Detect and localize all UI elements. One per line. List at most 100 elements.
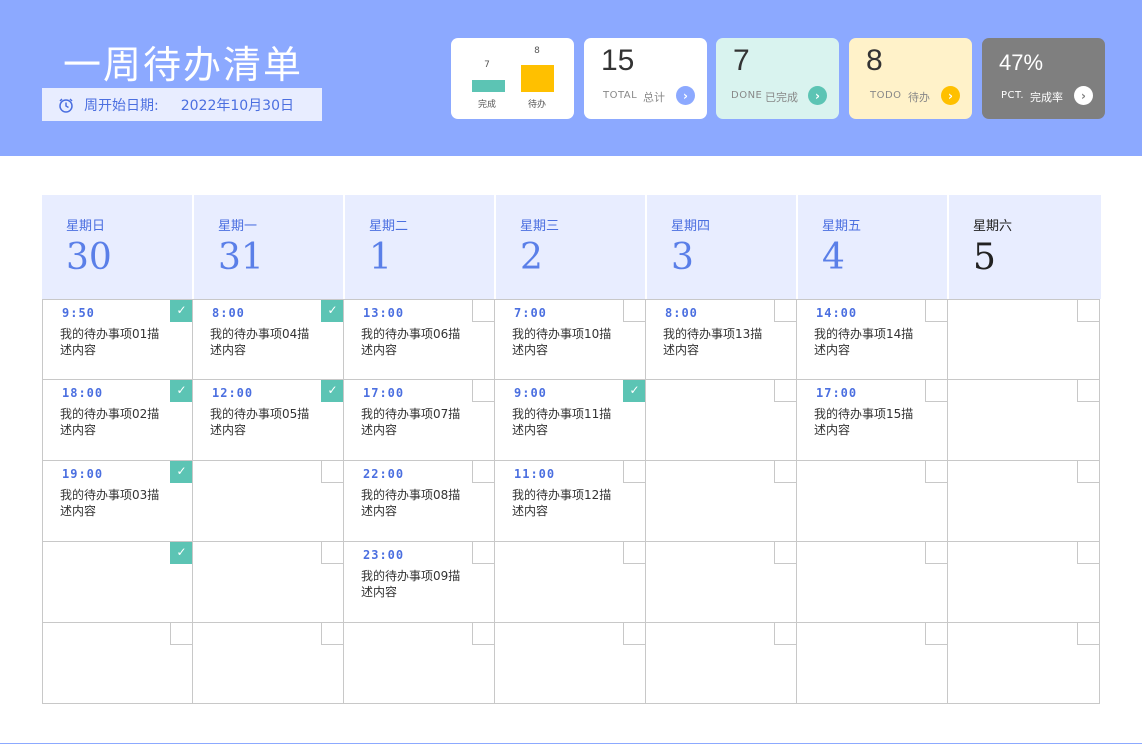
task-cell[interactable] (948, 461, 1100, 542)
task-checkbox[interactable] (1077, 380, 1099, 402)
chevron-right-icon[interactable]: › (941, 86, 960, 105)
task-cell[interactable]: ✓ 9:00 我的待办事项11描述内容 (495, 380, 646, 461)
task-time: 13:00 (363, 306, 405, 320)
task-checkbox[interactable] (623, 623, 645, 645)
task-cell[interactable]: ✓ 19:00 我的待办事项03描述内容 (42, 461, 193, 542)
day-number: 5 (973, 237, 996, 278)
day-number: 2 (520, 237, 543, 278)
task-checkbox[interactable] (472, 542, 494, 564)
task-checkbox[interactable] (321, 623, 343, 645)
task-time: 17:00 (816, 386, 858, 400)
task-checkbox[interactable] (1077, 623, 1099, 645)
task-checkbox[interactable] (925, 300, 947, 322)
task-cell[interactable] (646, 380, 797, 461)
stat-card-pct[interactable]: 47% PCT. 完成率 › (982, 38, 1105, 119)
day-header: 星期六 5 (949, 195, 1101, 299)
start-date-value[interactable]: 2022年10月30日 (181, 95, 294, 115)
done-en-label: DONE (731, 90, 763, 101)
task-checkbox[interactable] (472, 300, 494, 322)
chevron-right-icon[interactable]: › (808, 86, 827, 105)
task-checkbox[interactable] (472, 461, 494, 483)
task-cell[interactable] (797, 623, 948, 704)
checkmark-icon[interactable]: ✓ (170, 461, 192, 483)
task-cell[interactable]: 8:00 我的待办事项13描述内容 (646, 299, 797, 380)
task-cell[interactable]: ✓ 18:00 我的待办事项02描述内容 (42, 380, 193, 461)
start-date-box[interactable]: 周开始日期: 2022年10月30日 (42, 88, 322, 121)
task-checkbox[interactable] (321, 461, 343, 483)
task-cell[interactable]: 23:00 我的待办事项09描述内容 (344, 542, 495, 623)
task-cell[interactable]: 17:00 我的待办事项07描述内容 (344, 380, 495, 461)
task-cell[interactable] (193, 461, 344, 542)
chevron-right-icon[interactable]: › (1074, 86, 1093, 105)
checkmark-icon[interactable]: ✓ (321, 300, 343, 322)
day-header: 星期五 4 (798, 195, 947, 299)
task-cell[interactable] (948, 542, 1100, 623)
checkmark-icon[interactable]: ✓ (170, 380, 192, 402)
task-cell[interactable]: 17:00 我的待办事项15描述内容 (797, 380, 948, 461)
weekday-label: 星期五 (822, 219, 862, 234)
checkmark-icon[interactable]: ✓ (170, 300, 192, 322)
stat-card-done[interactable]: 7 DONE 已完成 › (716, 38, 839, 119)
checkmark-icon[interactable]: ✓ (170, 542, 192, 564)
task-cell[interactable]: 11:00 我的待办事项12描述内容 (495, 461, 646, 542)
stat-card-todo[interactable]: 8 TODO 待办 › (849, 38, 972, 119)
checkmark-icon[interactable]: ✓ (623, 380, 645, 402)
task-checkbox[interactable] (623, 461, 645, 483)
task-cell[interactable]: 13:00 我的待办事项06描述内容 (344, 299, 495, 380)
task-time: 9:00 (514, 386, 547, 400)
task-cell[interactable] (646, 623, 797, 704)
task-checkbox[interactable] (925, 542, 947, 564)
stat-card-total[interactable]: 15 TOTAL 总计 › (584, 38, 707, 119)
task-checkbox[interactable] (925, 461, 947, 483)
task-checkbox[interactable] (170, 623, 192, 645)
task-cell[interactable] (948, 623, 1100, 704)
task-cell[interactable] (797, 461, 948, 542)
task-checkbox[interactable] (925, 380, 947, 402)
task-cell[interactable]: 7:00 我的待办事项10描述内容 (495, 299, 646, 380)
task-cell[interactable]: 22:00 我的待办事项08描述内容 (344, 461, 495, 542)
task-checkbox[interactable] (623, 542, 645, 564)
task-checkbox[interactable] (1077, 461, 1099, 483)
checkmark-icon[interactable]: ✓ (321, 380, 343, 402)
task-checkbox[interactable] (321, 542, 343, 564)
task-cell[interactable] (42, 623, 193, 704)
task-cell[interactable] (948, 380, 1100, 461)
task-description: 我的待办事项12描述内容 (512, 488, 612, 518)
task-cell[interactable] (646, 461, 797, 542)
task-cell[interactable]: 14:00 我的待办事项14描述内容 (797, 299, 948, 380)
todo-cn-label: 待办 (908, 91, 930, 104)
task-cell[interactable]: ✓ 8:00 我的待办事项04描述内容 (193, 299, 344, 380)
day-number: 30 (66, 237, 112, 278)
task-checkbox[interactable] (925, 623, 947, 645)
task-cell[interactable]: ✓ 9:50 我的待办事项01描述内容 (42, 299, 193, 380)
task-cell[interactable] (344, 623, 495, 704)
task-checkbox[interactable] (774, 380, 796, 402)
task-cell[interactable] (646, 542, 797, 623)
weekday-label: 星期一 (218, 219, 258, 234)
task-checkbox[interactable] (774, 300, 796, 322)
task-checkbox[interactable] (472, 623, 494, 645)
day-header: 星期四 3 (647, 195, 796, 299)
weekday-label: 星期三 (520, 219, 560, 234)
task-description: 我的待办事项07描述内容 (361, 407, 461, 437)
task-description: 我的待办事项15描述内容 (814, 407, 914, 437)
task-checkbox[interactable] (472, 380, 494, 402)
task-description: 我的待办事项05描述内容 (210, 407, 310, 437)
task-checkbox[interactable] (774, 461, 796, 483)
task-cell[interactable] (193, 623, 344, 704)
task-checkbox[interactable] (623, 300, 645, 322)
task-cell[interactable] (495, 623, 646, 704)
task-cell[interactable] (495, 542, 646, 623)
task-cell[interactable] (797, 542, 948, 623)
task-checkbox[interactable] (774, 542, 796, 564)
task-cell[interactable]: ✓ 12:00 我的待办事项05描述内容 (193, 380, 344, 461)
chevron-right-icon[interactable]: › (676, 86, 695, 105)
task-cell[interactable] (193, 542, 344, 623)
task-time: 23:00 (363, 548, 405, 562)
task-checkbox[interactable] (1077, 300, 1099, 322)
task-checkbox[interactable] (774, 623, 796, 645)
task-cell[interactable] (948, 299, 1100, 380)
task-checkbox[interactable] (1077, 542, 1099, 564)
task-cell[interactable]: ✓ (42, 542, 193, 623)
todo-bar (521, 65, 554, 92)
